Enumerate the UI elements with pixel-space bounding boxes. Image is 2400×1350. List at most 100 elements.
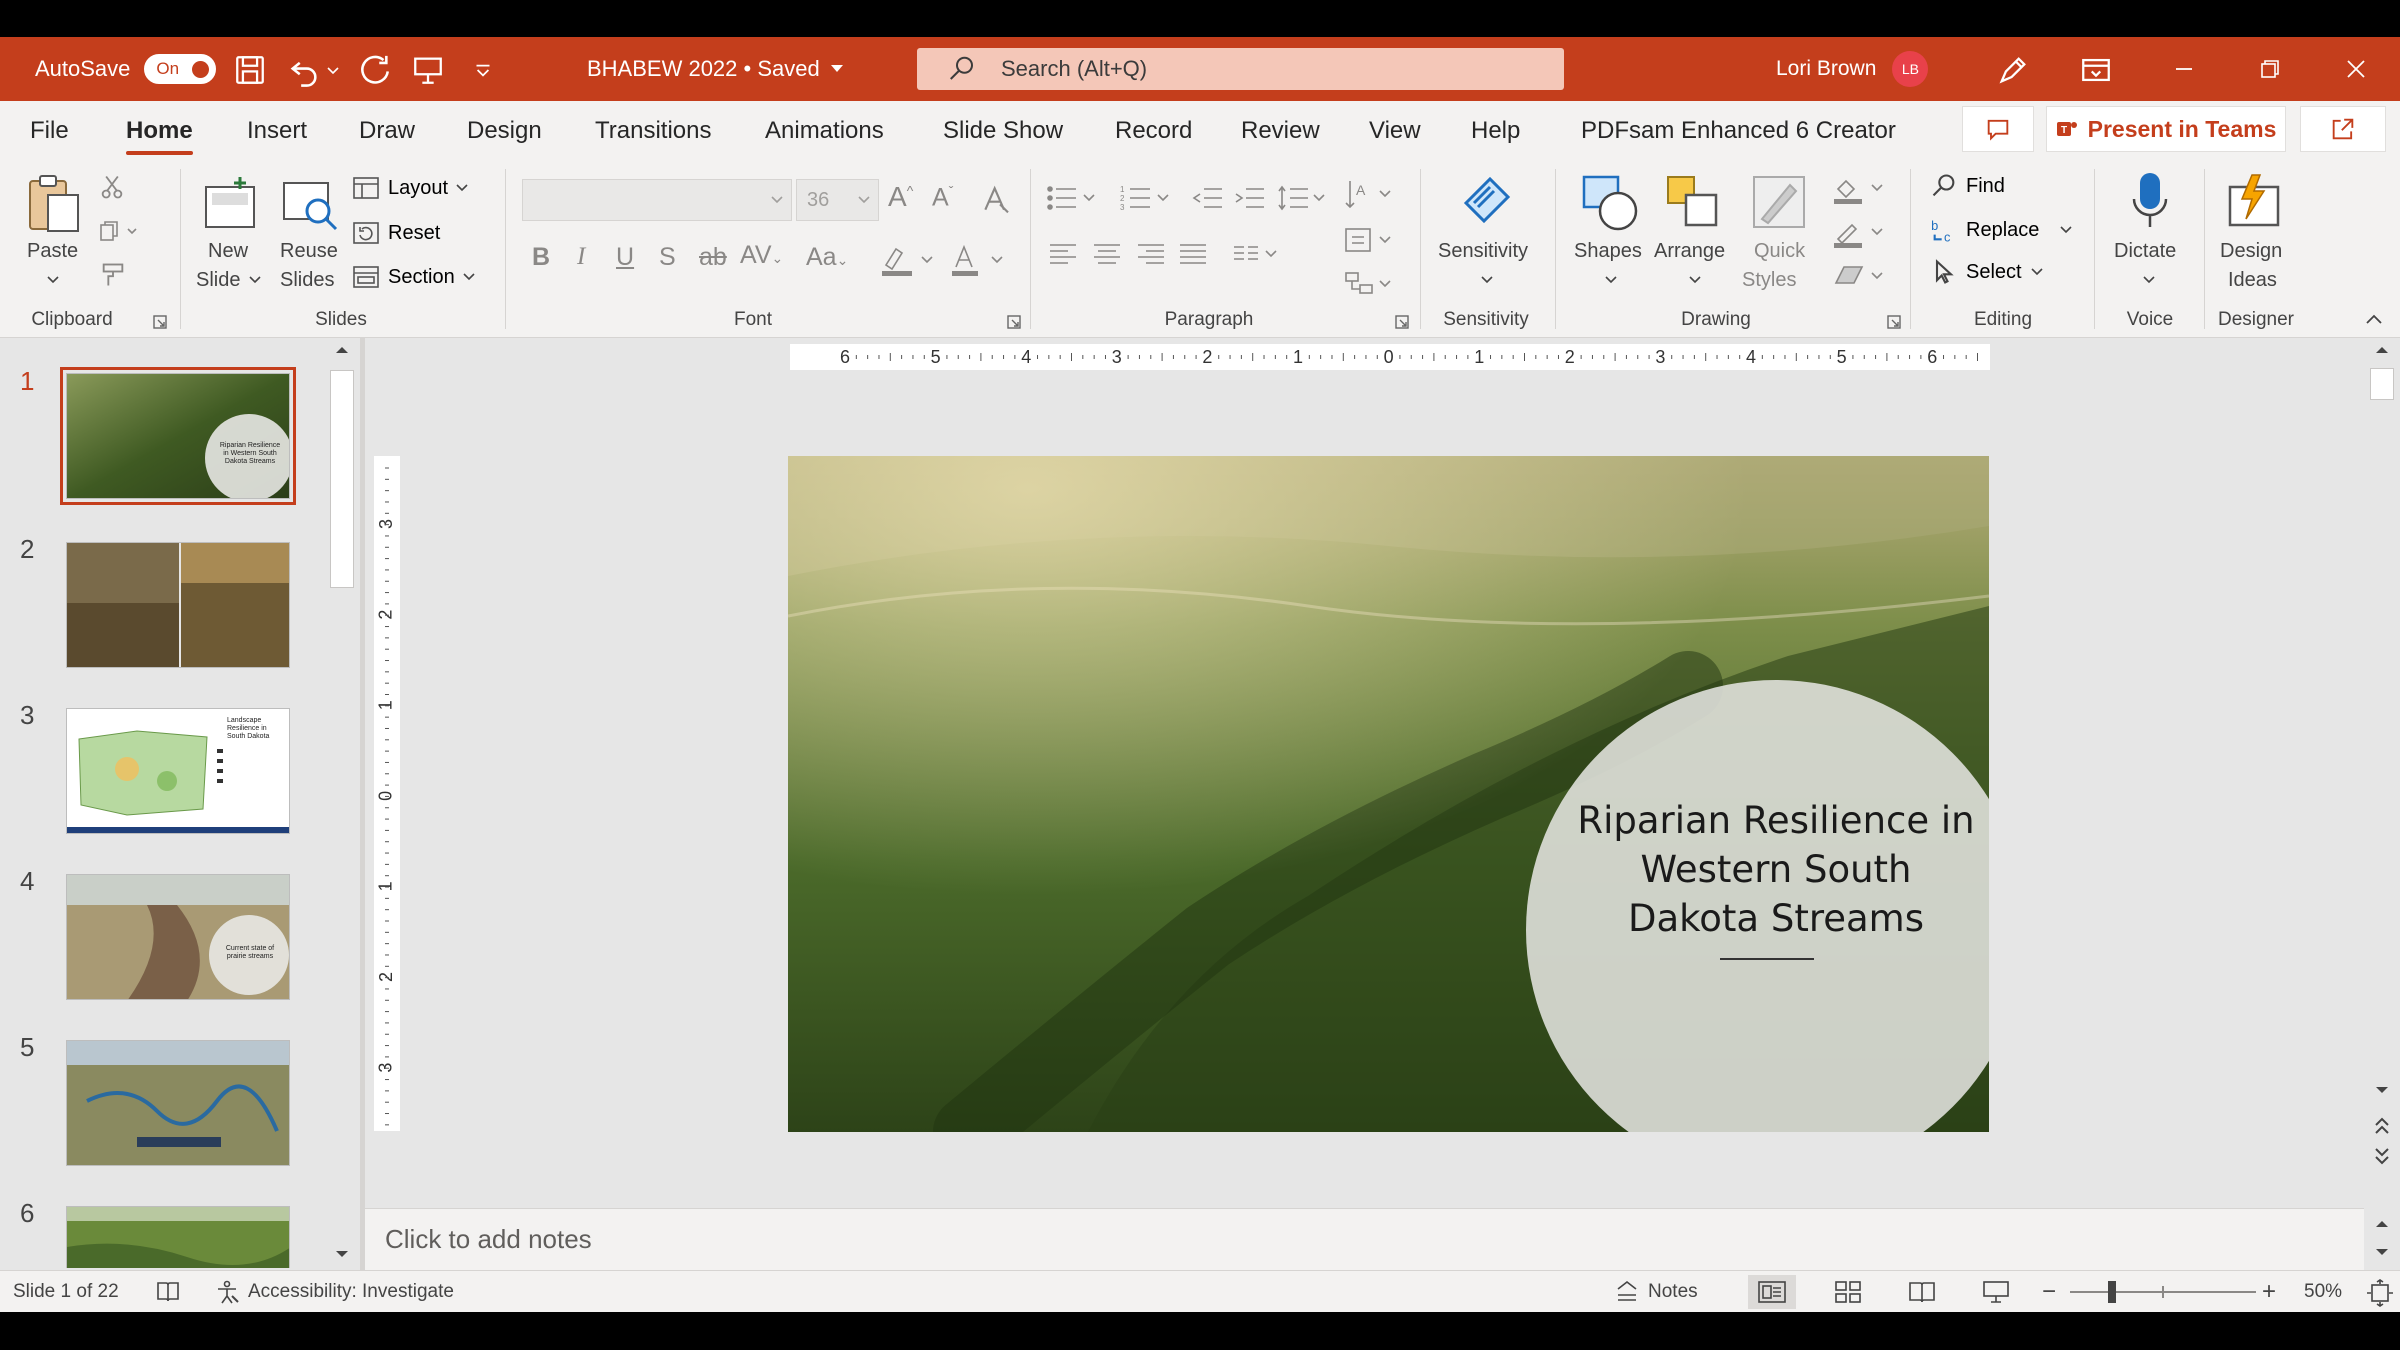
undo-dropdown-icon[interactable] bbox=[325, 53, 341, 87]
tab-animations[interactable]: Animations bbox=[765, 101, 884, 161]
tab-home[interactable]: Home bbox=[126, 101, 193, 161]
tab-design[interactable]: Design bbox=[467, 101, 542, 161]
layout-button[interactable]: Layout bbox=[352, 173, 468, 203]
slide-title[interactable]: Riparian Resilience in Western South Dak… bbox=[1576, 796, 1976, 943]
shape-effects-icon[interactable] bbox=[1832, 263, 1890, 293]
bullets-icon[interactable] bbox=[1046, 183, 1100, 213]
drawing-launcher-icon[interactable] bbox=[1886, 314, 1902, 330]
comments-button[interactable] bbox=[1962, 106, 2034, 152]
reuse-slides-button[interactable]: Reuse Slides bbox=[276, 167, 346, 297]
font-launcher-icon[interactable] bbox=[1006, 314, 1022, 330]
align-left-icon[interactable] bbox=[1046, 239, 1080, 269]
italic-icon[interactable]: I bbox=[577, 243, 585, 271]
thumbnail-scroll-thumb[interactable] bbox=[330, 370, 354, 588]
pen-icon[interactable] bbox=[1996, 53, 2030, 87]
align-right-icon[interactable] bbox=[1134, 239, 1168, 269]
minimize-button[interactable] bbox=[2141, 37, 2227, 101]
tab-pdfsam[interactable]: PDFsam Enhanced 6 Creator bbox=[1581, 101, 1896, 161]
replace-button[interactable]: bc Replace bbox=[1930, 213, 2073, 247]
underline-icon[interactable]: U bbox=[616, 243, 634, 272]
autosave-toggle[interactable]: On bbox=[144, 54, 217, 84]
slide-thumbnail-1[interactable]: Riparian Resilience in Western South Dak… bbox=[60, 367, 296, 505]
tab-transitions[interactable]: Transitions bbox=[595, 101, 711, 161]
normal-view-button[interactable] bbox=[1748, 1275, 1796, 1309]
pane-splitter[interactable] bbox=[360, 338, 365, 1270]
notes-scrollbar[interactable] bbox=[2368, 1212, 2396, 1268]
undo-icon[interactable] bbox=[287, 53, 321, 87]
paragraph-launcher-icon[interactable] bbox=[1394, 314, 1410, 330]
customize-toolbar-icon[interactable] bbox=[470, 53, 496, 87]
spell-check-icon[interactable] bbox=[154, 1279, 182, 1305]
slide-thumbnail-6[interactable] bbox=[66, 1206, 290, 1268]
tab-review[interactable]: Review bbox=[1241, 101, 1320, 161]
justify-icon[interactable] bbox=[1176, 239, 1210, 269]
save-icon[interactable] bbox=[233, 53, 267, 87]
line-spacing-icon[interactable] bbox=[1276, 183, 1330, 213]
shadow-icon[interactable]: S bbox=[659, 243, 676, 272]
decrease-indent-icon[interactable] bbox=[1190, 183, 1224, 213]
avatar[interactable]: LB bbox=[1892, 51, 1929, 87]
tab-slide-show[interactable]: Slide Show bbox=[943, 101, 1063, 161]
autosave[interactable]: AutoSave On bbox=[35, 37, 217, 101]
character-spacing-icon[interactable]: AV⌄ bbox=[740, 241, 783, 270]
paste-button[interactable]: Paste bbox=[22, 167, 84, 297]
zoom-in-button[interactable]: + bbox=[2262, 1271, 2276, 1313]
clipboard-launcher-icon[interactable] bbox=[152, 314, 168, 330]
notes-pane[interactable]: Click to add notes bbox=[365, 1208, 2364, 1270]
sensitivity-button[interactable]: Sensitivity bbox=[1432, 167, 1542, 297]
tab-help[interactable]: Help bbox=[1471, 101, 1520, 161]
present-in-teams-button[interactable]: T Present in Teams bbox=[2046, 106, 2286, 152]
scroll-down-icon[interactable] bbox=[328, 1242, 356, 1266]
scroll-down-icon[interactable] bbox=[2368, 1240, 2396, 1264]
scroll-down-icon[interactable] bbox=[2368, 1078, 2396, 1102]
present-from-start-icon[interactable] bbox=[411, 53, 445, 87]
slide-scrollbar[interactable] bbox=[2368, 338, 2396, 1208]
slide-show-button[interactable] bbox=[1972, 1275, 2020, 1309]
slide-thumbnail-3[interactable]: Landscape Resilience in South Dakota bbox=[66, 708, 290, 834]
restore-button[interactable] bbox=[2227, 37, 2313, 101]
shape-fill-icon[interactable] bbox=[1832, 175, 1890, 205]
previous-slide-icon[interactable] bbox=[2368, 1112, 2396, 1140]
strikethrough-icon[interactable]: ab bbox=[699, 243, 727, 272]
scroll-up-icon[interactable] bbox=[2368, 1212, 2396, 1236]
increase-indent-icon[interactable] bbox=[1232, 183, 1266, 213]
zoom-level[interactable]: 50% bbox=[2304, 1271, 2342, 1313]
columns-icon[interactable] bbox=[1230, 239, 1284, 269]
decrease-font-size-icon[interactable]: Aˇ bbox=[932, 183, 953, 212]
design-ideas-button[interactable]: Design Ideas bbox=[2214, 167, 2298, 297]
font-name-field[interactable] bbox=[522, 179, 792, 221]
cut-icon[interactable] bbox=[98, 173, 126, 201]
share-button[interactable] bbox=[2300, 106, 2386, 152]
thumbnail-scrollbar[interactable] bbox=[328, 338, 356, 1270]
tab-draw[interactable]: Draw bbox=[359, 101, 415, 161]
collapse-ribbon-icon[interactable] bbox=[2364, 311, 2384, 327]
new-slide-button[interactable]: New Slide bbox=[196, 167, 266, 297]
slide-sorter-button[interactable] bbox=[1824, 1275, 1872, 1309]
bold-icon[interactable]: B bbox=[532, 243, 550, 272]
copy-icon[interactable] bbox=[98, 217, 142, 245]
scroll-up-icon[interactable] bbox=[2368, 338, 2396, 362]
close-button[interactable] bbox=[2313, 37, 2399, 101]
redo-icon[interactable] bbox=[358, 53, 392, 87]
find-button[interactable]: Find bbox=[1930, 169, 2005, 203]
reading-view-button[interactable] bbox=[1898, 1275, 1946, 1309]
clear-formatting-icon[interactable] bbox=[980, 183, 1012, 215]
numbering-icon[interactable]: 123 bbox=[1120, 183, 1174, 213]
tab-insert[interactable]: Insert bbox=[247, 101, 307, 161]
align-center-icon[interactable] bbox=[1090, 239, 1124, 269]
document-title[interactable]: BHABEW 2022 • Saved bbox=[587, 37, 844, 101]
notes-toggle[interactable]: Notes bbox=[1614, 1271, 1698, 1313]
account[interactable]: Lori Brown LB bbox=[1776, 37, 1929, 101]
tab-record[interactable]: Record bbox=[1115, 101, 1192, 161]
format-painter-icon[interactable] bbox=[98, 261, 128, 289]
scroll-up-icon[interactable] bbox=[328, 338, 356, 362]
slide-thumbnail-5[interactable] bbox=[66, 1040, 290, 1166]
slide-canvas[interactable]: Riparian Resilience in Western South Dak… bbox=[788, 456, 1989, 1132]
fit-to-window-icon[interactable] bbox=[2366, 1279, 2394, 1307]
slide-thumbnail-4[interactable]: Current state of prairie streams bbox=[66, 874, 290, 1000]
tab-view[interactable]: View bbox=[1369, 101, 1421, 161]
zoom-slider-thumb[interactable] bbox=[2108, 1281, 2116, 1303]
change-case-icon[interactable]: Aa⌄ bbox=[806, 243, 848, 272]
shapes-button[interactable]: Shapes bbox=[1570, 167, 1654, 297]
font-size-field[interactable]: 36 bbox=[796, 179, 879, 221]
